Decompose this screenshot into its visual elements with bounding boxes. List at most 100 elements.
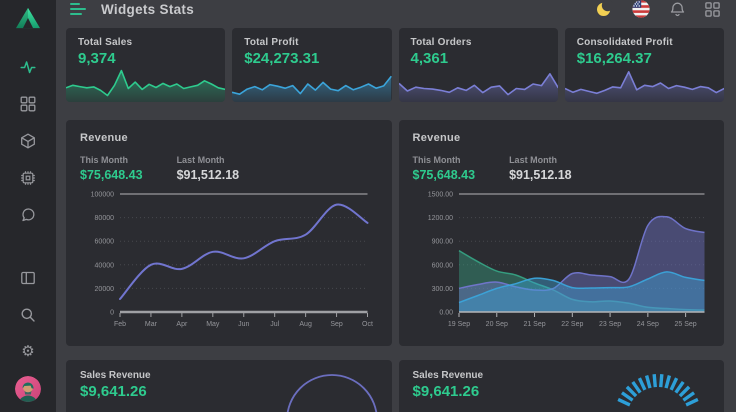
app-logo[interactable] <box>0 0 56 36</box>
bell-icon <box>669 1 686 18</box>
user-avatar[interactable] <box>15 376 41 402</box>
consolidated-profit-sparkline <box>565 64 724 102</box>
svg-text:0.00: 0.00 <box>439 310 453 317</box>
stat-label: Total Orders <box>411 37 546 48</box>
apps-grid-icon <box>705 2 720 17</box>
month-summary: This Month $75,648.43 Last Month $91,512… <box>80 155 378 182</box>
sidebar-item-dashboard[interactable] <box>0 85 56 122</box>
svg-text:May: May <box>206 321 220 328</box>
stat-card-consolidated-profit: Consolidated Profit $16,264.37 <box>565 28 724 102</box>
stat-card-total-profit: Total Profit $24,273.31 <box>232 28 391 102</box>
theme-toggle-button[interactable] <box>595 0 613 18</box>
svg-text:60000: 60000 <box>95 239 115 246</box>
sidebar-item-messages[interactable] <box>0 196 56 233</box>
hamburger-menu-button[interactable] <box>70 3 87 15</box>
content-area: Total Sales 9,374 Total Profit $24,273.3… <box>56 18 736 412</box>
notifications-button[interactable] <box>669 1 686 18</box>
svg-text:40000: 40000 <box>95 262 115 269</box>
svg-text:1200.00: 1200.00 <box>427 215 452 222</box>
month-summary: This Month $75,648.43 Last Month $91,512… <box>413 155 711 182</box>
this-month-value: $75,648.43 <box>413 168 476 182</box>
this-month-label: This Month <box>413 155 476 165</box>
svg-text:Jun: Jun <box>238 321 249 328</box>
svg-text:21 Sep: 21 Sep <box>523 321 545 328</box>
svg-text:600.00: 600.00 <box>431 262 453 269</box>
circle-gauge-chart <box>244 360 384 412</box>
svg-text:Aug: Aug <box>299 321 312 328</box>
this-month-value: $75,648.43 <box>80 168 143 182</box>
svg-text:Mar: Mar <box>145 321 158 328</box>
svg-text:Apr: Apr <box>176 321 188 328</box>
stat-cards-row: Total Sales 9,374 Total Profit $24,273.3… <box>66 28 724 102</box>
last-month-value: $91,512.18 <box>509 168 572 182</box>
sidebar-item-search[interactable] <box>0 296 56 333</box>
main-area: Widgets Stats <box>56 0 736 412</box>
page-title: Widgets Stats <box>101 2 194 17</box>
revenue-card-left: Revenue This Month $75,648.43 Last Month… <box>66 120 392 346</box>
stat-label: Total Sales <box>78 37 213 48</box>
cpu-icon <box>20 170 36 186</box>
last-month-label: Last Month <box>509 155 572 165</box>
apps-menu-button[interactable] <box>705 2 720 17</box>
revenue-area-chart: 0.00 300.00 600.00 900.00 1200.00 1500.00 19 S… <box>413 186 711 332</box>
sidebar-nav-top <box>0 48 56 233</box>
avatar-image <box>15 376 41 402</box>
svg-text:Jul: Jul <box>270 321 279 328</box>
svg-text:80000: 80000 <box>95 215 115 222</box>
dashboard-page: ⚙ <box>0 0 736 412</box>
gear-icon: ⚙ <box>21 344 34 359</box>
revenue-charts-row: Revenue This Month $75,648.43 Last Month… <box>66 120 724 346</box>
sidebar-nav-bottom: ⚙ <box>0 259 56 370</box>
revenue-card-right: Revenue This Month $75,648.43 Last Month… <box>399 120 725 346</box>
revenue-line-chart: 0 20000 40000 60000 80000 100000 Feb Mar Apr May J… <box>80 186 378 332</box>
ticks-gauge-chart <box>576 360 716 412</box>
search-icon <box>20 307 36 323</box>
svg-text:Oct: Oct <box>362 321 373 328</box>
total-profit-sparkline <box>232 64 391 102</box>
sidebar: ⚙ <box>0 0 56 412</box>
sales-revenue-row: Sales Revenue $9,641.26 Sales Revenue $9… <box>66 360 724 412</box>
svg-text:24 Sep: 24 Sep <box>636 321 658 328</box>
logo-triangle-icon <box>14 6 42 30</box>
svg-text:23 Sep: 23 Sep <box>598 321 620 328</box>
sidebar-item-activity[interactable] <box>0 48 56 85</box>
svg-text:900.00: 900.00 <box>431 239 453 246</box>
svg-text:100000: 100000 <box>91 192 114 199</box>
card-title: Revenue <box>413 132 711 144</box>
sales-revenue-card-right: Sales Revenue $9,641.26 <box>399 360 725 412</box>
stat-label: Consolidated Profit <box>577 37 712 48</box>
last-month-value: $91,512.18 <box>177 168 240 182</box>
sidebar-item-layout[interactable] <box>0 259 56 296</box>
svg-text:0: 0 <box>110 310 114 317</box>
this-month-label: This Month <box>80 155 143 165</box>
total-orders-sparkline <box>399 64 558 102</box>
moon-icon <box>595 0 613 18</box>
top-header: Widgets Stats <box>56 0 736 18</box>
chat-bubble-icon <box>20 207 36 223</box>
last-month-label: Last Month <box>177 155 240 165</box>
sidebar-item-settings[interactable]: ⚙ <box>0 333 56 370</box>
us-flag-icon <box>632 0 650 18</box>
card-title: Revenue <box>80 132 378 144</box>
total-sales-sparkline <box>66 64 225 102</box>
cube-icon <box>20 133 36 149</box>
svg-text:20000: 20000 <box>95 286 115 293</box>
activity-icon <box>20 59 36 75</box>
stat-card-total-orders: Total Orders 4,361 <box>399 28 558 102</box>
layout-panel-icon <box>20 270 36 286</box>
last-month-block: Last Month $91,512.18 <box>509 155 572 182</box>
svg-text:1500.00: 1500.00 <box>427 192 452 199</box>
svg-text:300.00: 300.00 <box>431 286 453 293</box>
sidebar-item-components[interactable] <box>0 159 56 196</box>
stat-label: Total Profit <box>244 37 379 48</box>
svg-text:25 Sep: 25 Sep <box>674 321 696 328</box>
language-selector-button[interactable] <box>632 0 650 18</box>
svg-text:Sep: Sep <box>330 321 343 328</box>
sidebar-item-packages[interactable] <box>0 122 56 159</box>
this-month-block: This Month $75,648.43 <box>80 155 143 182</box>
svg-text:Feb: Feb <box>114 321 126 328</box>
header-actions <box>595 0 720 18</box>
stat-card-total-sales: Total Sales 9,374 <box>66 28 225 102</box>
this-month-block: This Month $75,648.43 <box>413 155 476 182</box>
svg-text:19 Sep: 19 Sep <box>447 321 469 328</box>
